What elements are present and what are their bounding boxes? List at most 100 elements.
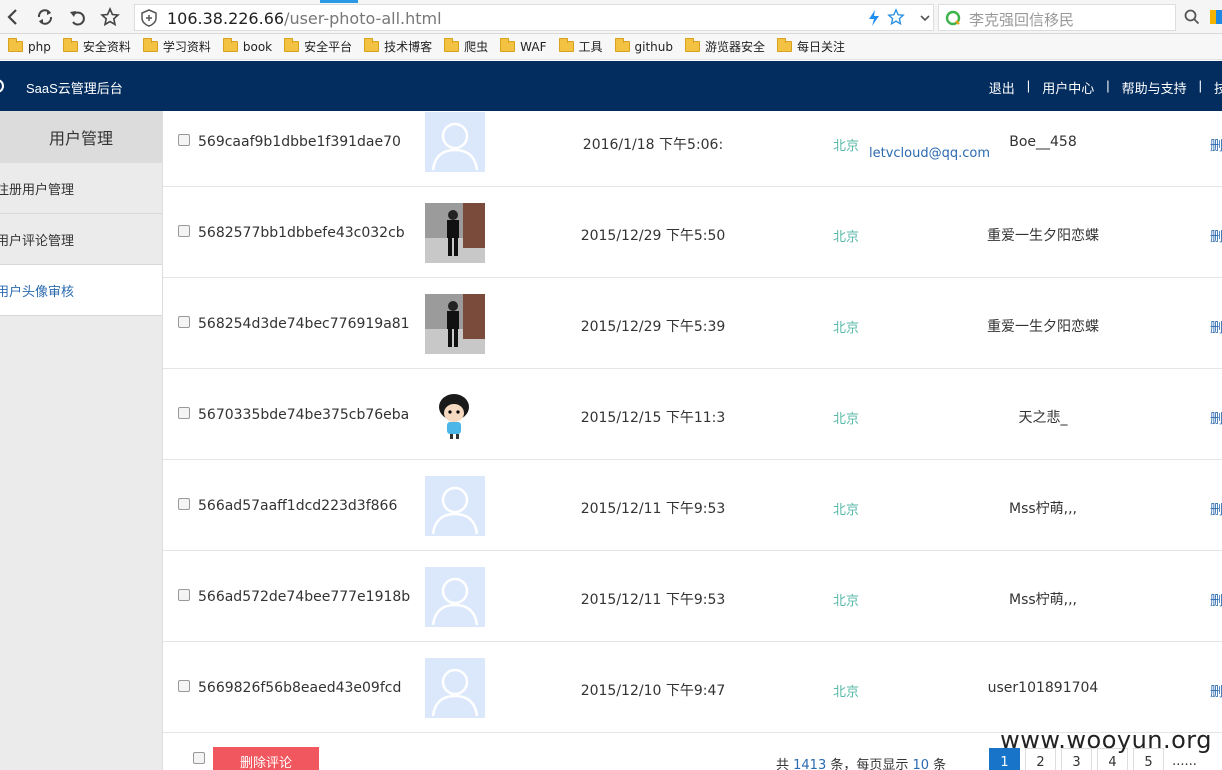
bookmark-browser-security[interactable]: 游览器安全 bbox=[685, 38, 765, 55]
sidebar-item-registered-users[interactable]: 注册用户管理 bbox=[0, 163, 162, 214]
logo-icon bbox=[0, 79, 4, 93]
user-nickname: 重爱一生夕阳恋蝶 bbox=[987, 228, 1099, 244]
search-engine-icon bbox=[945, 10, 961, 29]
bookmark-label: 安全资料 bbox=[82, 40, 131, 54]
user-nickname: Mss柠萌,,, bbox=[1008, 501, 1078, 517]
select-all-checkbox[interactable] bbox=[193, 752, 205, 764]
folder-icon bbox=[222, 38, 238, 52]
bookmark-learning-docs[interactable]: 学习资料 bbox=[142, 38, 211, 55]
upload-date: 2016/1/18 下午5:06: bbox=[582, 137, 724, 153]
bookmark-waf[interactable]: WAF bbox=[500, 38, 547, 54]
bookmark-label: WAF bbox=[520, 39, 547, 54]
address-bar[interactable]: 106.38.226.66/user-photo-all.html bbox=[134, 4, 934, 31]
undo-icon[interactable] bbox=[67, 6, 89, 28]
active-tab-indicator bbox=[320, 0, 358, 3]
delete-link[interactable]: 删 bbox=[1210, 681, 1222, 700]
cartoon-avatar-icon[interactable] bbox=[425, 385, 485, 445]
row-checkbox[interactable] bbox=[178, 316, 190, 328]
total-suffix: 条 bbox=[929, 758, 947, 770]
nav-separator: | bbox=[1106, 78, 1110, 93]
delete-link[interactable]: 删 bbox=[1210, 408, 1222, 427]
default-avatar-icon[interactable] bbox=[425, 567, 485, 627]
row-checkbox[interactable] bbox=[178, 134, 190, 146]
search-input[interactable]: 李克强回信移民 bbox=[938, 4, 1176, 31]
refresh-icon[interactable] bbox=[34, 6, 56, 28]
sidebar-item-label: 注册用户管理 bbox=[0, 182, 75, 198]
total-prefix: 共 bbox=[776, 758, 794, 770]
nav-separator: | bbox=[1198, 78, 1202, 93]
bookmark-star-icon[interactable] bbox=[99, 6, 121, 28]
user-city: 北京 bbox=[833, 685, 860, 700]
default-avatar-icon[interactable] bbox=[425, 658, 485, 718]
bookmark-security-docs[interactable]: 安全资料 bbox=[62, 38, 131, 55]
bookmark-label: book bbox=[242, 39, 273, 54]
bookmark-security-platform[interactable]: 安全平台 bbox=[284, 38, 352, 55]
bookmark-label: 安全平台 bbox=[304, 40, 353, 54]
user-id: 566ad572de74bee777e1918b bbox=[198, 589, 411, 605]
help-support-link[interactable]: 帮助与支持 bbox=[1122, 78, 1187, 97]
bookmark-label: 爬虫 bbox=[464, 40, 489, 54]
table-row: 5682577bb1dbbefe43c032cb 2015/12/29 下午5:… bbox=[163, 187, 1222, 278]
bookmark-tools[interactable]: 工具 bbox=[558, 38, 603, 55]
sidebar-item-label: 用户评论管理 bbox=[0, 233, 75, 249]
default-avatar-icon[interactable] bbox=[425, 476, 485, 536]
top-nav: 退出 | 用户中心 | 帮助与支持 | 技 bbox=[989, 78, 1222, 97]
delete-comments-button[interactable]: 删除评论 bbox=[213, 747, 319, 770]
logout-link[interactable]: 退出 bbox=[989, 78, 1015, 97]
bookmark-crawler[interactable]: 爬虫 bbox=[444, 38, 488, 55]
user-nickname: Mss柠萌,,, bbox=[1008, 592, 1078, 608]
folder-icon bbox=[62, 38, 78, 52]
folder-icon bbox=[284, 38, 300, 52]
bookmark-php[interactable]: php bbox=[8, 38, 51, 54]
bookmark-label: 每日关注 bbox=[797, 40, 846, 54]
bookmarks-bar: php 安全资料 学习资料 book 安全平台 技术博客 爬虫 WAF 工具 g… bbox=[0, 34, 1222, 60]
sidebar-item-avatar-review[interactable]: 用户头像审核 bbox=[0, 265, 162, 316]
bookmark-github[interactable]: github bbox=[614, 38, 673, 54]
tech-link[interactable]: 技 bbox=[1214, 78, 1222, 97]
app-title: SaaS云管理后台 bbox=[26, 81, 123, 96]
table-row: 569caaf9b1dbbe1f391dae70 2016/1/18 下午5:0… bbox=[163, 96, 1222, 187]
bookmark-daily[interactable]: 每日关注 bbox=[777, 38, 845, 55]
delete-link[interactable]: 删 bbox=[1210, 317, 1222, 336]
row-checkbox[interactable] bbox=[178, 589, 190, 601]
row-checkbox[interactable] bbox=[178, 225, 190, 237]
sidebar-item-user-comments[interactable]: 用户评论管理 bbox=[0, 214, 162, 265]
bookmark-book[interactable]: book bbox=[222, 38, 273, 54]
pagination-info: 共 1413 条，每页显示 10 条 bbox=[776, 754, 946, 770]
folder-icon bbox=[364, 38, 380, 52]
user-id: 5682577bb1dbbefe43c032cb bbox=[198, 225, 405, 241]
delete-link[interactable]: 删 bbox=[1210, 135, 1222, 154]
lightning-icon[interactable] bbox=[867, 9, 881, 30]
search-icon[interactable] bbox=[1184, 9, 1200, 28]
bookmark-label: 学习资料 bbox=[162, 40, 211, 54]
row-checkbox[interactable] bbox=[178, 407, 190, 419]
user-photo[interactable] bbox=[425, 203, 485, 263]
delete-link[interactable]: 删 bbox=[1210, 499, 1222, 518]
user-id: 5670335bde74be375cb76eba bbox=[198, 407, 410, 423]
chevron-down-icon[interactable] bbox=[919, 11, 931, 27]
bookmark-tech-blog[interactable]: 技术博客 bbox=[364, 38, 432, 55]
sidebar-item-label: 用户头像审核 bbox=[0, 284, 75, 300]
folder-icon bbox=[558, 38, 574, 52]
back-icon[interactable] bbox=[2, 6, 24, 28]
upload-date: 2015/12/29 下午5:39 bbox=[580, 319, 726, 335]
user-nickname: 天之悲_ bbox=[1018, 410, 1068, 426]
row-checkbox[interactable] bbox=[178, 498, 190, 510]
url-text: 106.38.226.66/user-photo-all.html bbox=[167, 9, 442, 28]
delete-link[interactable]: 删 bbox=[1210, 226, 1222, 245]
user-nickname: 重爱一生夕阳恋蝶 bbox=[987, 319, 1099, 335]
nav-separator: | bbox=[1026, 78, 1031, 93]
upload-date: 2015/12/11 下午9:53 bbox=[580, 501, 726, 517]
extension-icon[interactable] bbox=[1210, 10, 1222, 24]
browser-toolbar: 106.38.226.66/user-photo-all.html 李克强回信移… bbox=[0, 0, 1222, 34]
upload-date: 2015/12/11 下午9:53 bbox=[580, 592, 726, 608]
folder-icon bbox=[8, 38, 23, 52]
per-page-count: 10 bbox=[912, 758, 930, 770]
folder-icon bbox=[777, 38, 793, 52]
default-avatar-icon[interactable] bbox=[425, 112, 485, 172]
favorite-star-icon[interactable] bbox=[887, 8, 905, 29]
user-center-link[interactable]: 用户中心 bbox=[1042, 78, 1094, 97]
user-photo[interactable] bbox=[425, 294, 485, 354]
row-checkbox[interactable] bbox=[178, 680, 190, 692]
delete-link[interactable]: 删 bbox=[1210, 590, 1222, 609]
